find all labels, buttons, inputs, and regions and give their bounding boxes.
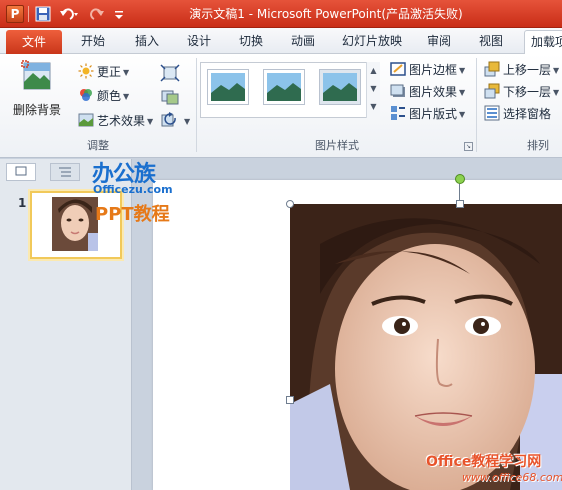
- selected-picture[interactable]: [290, 204, 562, 490]
- picture-layout-button[interactable]: 图片版式 ▼: [390, 104, 465, 124]
- tab-insert[interactable]: 插入: [124, 28, 170, 54]
- picture-border-button[interactable]: 图片边框 ▼: [390, 60, 465, 80]
- chevron-down-icon: ▼: [123, 92, 130, 101]
- ribbon-tabs: 文件 开始 插入 设计 切换 动画 幻灯片放映 审阅 视图 加载项: [0, 28, 562, 55]
- picture-style-2[interactable]: [263, 69, 305, 105]
- slides-view-icon: [15, 166, 27, 176]
- arrange-group-label: 排列: [527, 139, 549, 152]
- remove-background-label: 删除背景: [12, 103, 61, 117]
- remove-background-icon: [21, 60, 51, 90]
- selection-pane-label: 选择窗格: [503, 107, 552, 121]
- gallery-scroll-down-icon[interactable]: ▼: [366, 80, 380, 98]
- chevron-down-icon: ▼: [553, 88, 560, 97]
- tab-transitions[interactable]: 切换: [228, 28, 274, 54]
- color-label: 颜色: [97, 89, 122, 103]
- reset-picture-dropdown-icon[interactable]: ▼: [184, 117, 190, 126]
- tab-home[interactable]: 开始: [70, 28, 116, 54]
- send-backward-icon: [484, 83, 500, 99]
- tab-slideshow[interactable]: 幻灯片放映: [336, 28, 408, 54]
- remove-background-button[interactable]: 删除背景: [10, 60, 64, 130]
- chevron-down-icon: ▼: [123, 68, 130, 77]
- portrait-image: [290, 204, 562, 490]
- outline-tab[interactable]: [50, 163, 80, 181]
- gallery-more-icon[interactable]: ▼: [366, 98, 380, 118]
- send-backward-button[interactable]: 下移一层 ▼: [484, 82, 559, 102]
- picture-styles-gallery: [200, 62, 380, 118]
- watermark-office-url: www.office68.com: [462, 471, 562, 484]
- sun-icon: [78, 63, 94, 79]
- slides-tab[interactable]: [6, 163, 36, 181]
- picture-effects-button[interactable]: 图片效果 ▼: [390, 82, 465, 102]
- slide-number: 1: [18, 196, 27, 210]
- bring-forward-button[interactable]: 上移一层 ▼: [484, 60, 559, 80]
- dialog-launcher-icon[interactable]: ↘: [464, 142, 473, 151]
- chevron-down-icon: ▼: [459, 88, 466, 97]
- selection-pane-button[interactable]: 选择窗格: [484, 104, 551, 124]
- picture-effects-label: 图片效果: [409, 85, 458, 99]
- color-button[interactable]: 颜色 ▼: [78, 86, 129, 106]
- artistic-effects-icon: [78, 113, 94, 127]
- outline-view-icon: [59, 167, 71, 177]
- artistic-effects-label: 艺术效果: [97, 114, 146, 128]
- selection-pane-icon: [484, 105, 500, 121]
- picture-style-3[interactable]: [319, 69, 361, 105]
- corrections-button[interactable]: 更正 ▼: [78, 62, 129, 82]
- picture-styles-group-label: 图片样式: [315, 139, 359, 152]
- chevron-down-icon: ▼: [459, 66, 466, 75]
- bring-forward-label: 上移一层: [503, 63, 552, 77]
- tab-file[interactable]: 文件: [6, 30, 62, 54]
- picture-effects-icon: [390, 84, 405, 97]
- watermark-logo-site: Officezu.com: [93, 183, 173, 196]
- watermark-office-study: Office教程学习网: [426, 454, 542, 470]
- adjust-group-label: 调整: [87, 139, 109, 152]
- reset-picture-icon[interactable]: [160, 112, 180, 130]
- watermark-logo-ppt: PPT教程: [95, 204, 170, 225]
- group-separator: [196, 58, 197, 152]
- tab-design[interactable]: 设计: [176, 28, 222, 54]
- chevron-down-icon: ▼: [553, 66, 560, 75]
- resize-handle-left[interactable]: [286, 396, 294, 404]
- ribbon: 删除背景 更正 ▼ 颜色 ▼ 艺术效果 ▼ ▼ 调整 ▲ ▼ ▼ 图片边框 ▼ …: [0, 54, 562, 158]
- tab-animations[interactable]: 动画: [280, 28, 326, 54]
- artistic-effects-button[interactable]: 艺术效果 ▼: [78, 111, 153, 131]
- chevron-down-icon: ▼: [147, 117, 154, 126]
- tab-addins[interactable]: 加载项: [524, 30, 562, 55]
- compress-pictures-icon[interactable]: [160, 64, 180, 82]
- picture-layout-icon: [391, 106, 405, 120]
- picture-style-1[interactable]: [207, 69, 249, 105]
- picture-layout-label: 图片版式: [409, 107, 458, 121]
- change-picture-icon[interactable]: [160, 88, 180, 106]
- corrections-label: 更正: [97, 65, 122, 79]
- color-palette-icon: [80, 89, 92, 101]
- style-preview-image: [267, 73, 301, 101]
- tab-review[interactable]: 审阅: [416, 28, 462, 54]
- tab-view[interactable]: 视图: [468, 28, 514, 54]
- resize-handle-top-left[interactable]: [286, 200, 294, 208]
- title-bar: P 演示文稿1 - Microsoft PowerPoint(产品激活失败): [0, 0, 562, 28]
- picture-border-label: 图片边框: [409, 63, 458, 77]
- resize-handle-top[interactable]: [456, 200, 464, 208]
- picture-border-icon: [390, 62, 406, 76]
- gallery-scroll-up-icon[interactable]: ▲: [366, 62, 380, 80]
- bring-forward-icon: [484, 61, 500, 77]
- send-backward-label: 下移一层: [503, 85, 552, 99]
- window-title: 演示文稿1 - Microsoft PowerPoint(产品激活失败): [189, 7, 463, 21]
- style-preview-image: [211, 73, 245, 101]
- chevron-down-icon: ▼: [459, 110, 466, 119]
- group-separator: [476, 58, 477, 152]
- rotation-handle[interactable]: [455, 174, 465, 184]
- style-preview-image: [323, 73, 357, 101]
